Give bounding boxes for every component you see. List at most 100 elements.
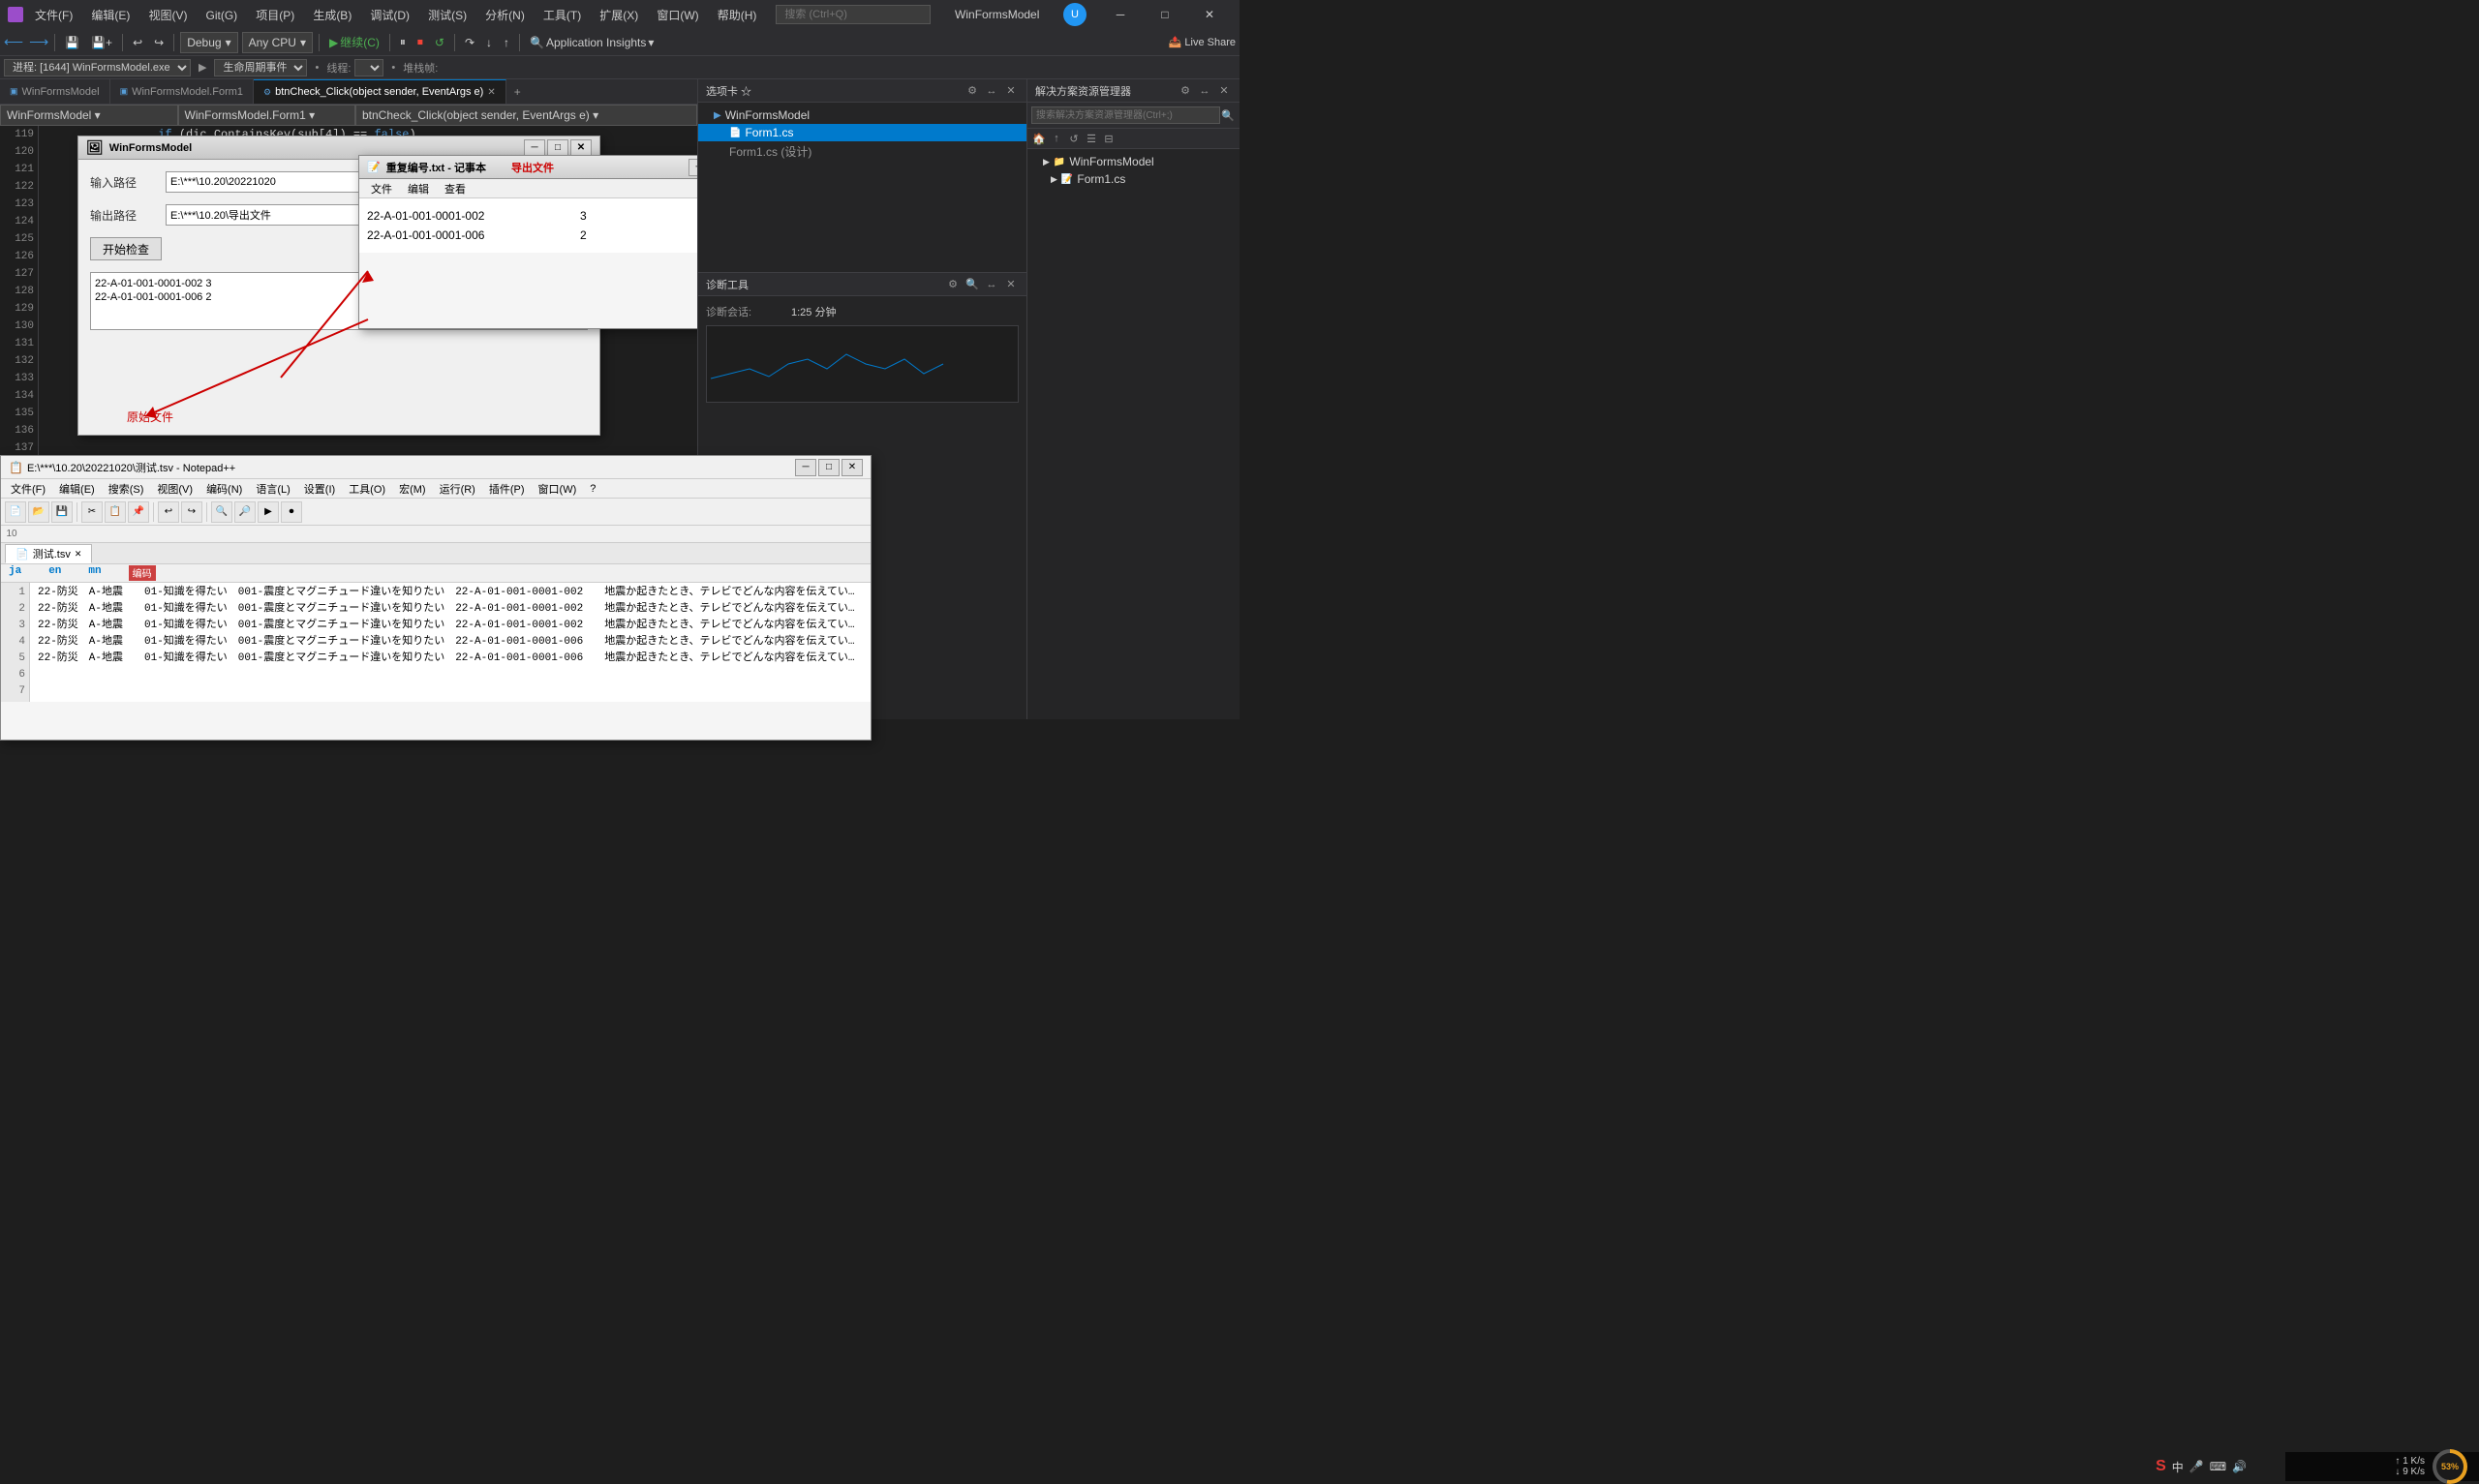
- npp-menu-search[interactable]: 搜索(S): [103, 481, 150, 497]
- sol-settings-button[interactable]: ⚙: [1178, 83, 1193, 99]
- forward-icon[interactable]: ⟶: [29, 34, 48, 50]
- keyboard-icon[interactable]: ⌨: [2210, 1460, 2226, 1473]
- notepad-menu-file[interactable]: 文件: [363, 181, 400, 197]
- npp-zoom-in-btn[interactable]: 🔎: [234, 501, 256, 523]
- npp-close-button[interactable]: ✕: [842, 459, 863, 476]
- npp-undo-btn[interactable]: ↩: [158, 501, 179, 523]
- menu-view[interactable]: 视图(V): [140, 7, 195, 24]
- stop-button[interactable]: ⏹: [413, 32, 427, 53]
- npp-menu-file[interactable]: 文件(F): [5, 481, 51, 497]
- npp-menu-plugins[interactable]: 插件(P): [483, 481, 531, 497]
- npp-tab-close-icon[interactable]: ✕: [75, 549, 82, 560]
- npp-maximize-button[interactable]: □: [818, 459, 840, 476]
- npp-menu-settings[interactable]: 设置(I): [298, 481, 341, 497]
- tab-close-icon[interactable]: ✕: [487, 87, 495, 98]
- redo-button[interactable]: ↪: [150, 32, 168, 53]
- npp-menu-macro[interactable]: 宏(M): [393, 481, 432, 497]
- sol-expand-button[interactable]: ↔: [1197, 83, 1212, 99]
- sol-refresh-button[interactable]: ↺: [1066, 131, 1082, 146]
- options-tree-root[interactable]: ▶ WinFormsModel: [698, 106, 1026, 124]
- notepad-menu-edit[interactable]: 编辑: [400, 181, 437, 197]
- sol-root[interactable]: ▶ 📁 WinFormsModel: [1027, 153, 1240, 170]
- save-all-button[interactable]: 💾+: [87, 32, 116, 53]
- notepad-minimize-button[interactable]: ─: [689, 159, 697, 176]
- undo-button[interactable]: ↩: [129, 32, 146, 53]
- npp-tab-tsv[interactable]: 📄 测试.tsv ✕: [5, 544, 92, 563]
- restart-button[interactable]: ↺: [431, 32, 448, 53]
- tab-winformsmodel[interactable]: ▣ WinFormsModel: [0, 79, 110, 105]
- solution-search-input[interactable]: [1031, 106, 1220, 124]
- diag-search-button[interactable]: 🔍: [964, 277, 980, 292]
- sol-search-button[interactable]: 🔍: [1220, 107, 1236, 123]
- class-dropdown[interactable]: WinFormsModel ▾: [0, 105, 178, 126]
- sol-up-button[interactable]: ↑: [1049, 131, 1064, 146]
- menu-test[interactable]: 测试(S): [420, 7, 474, 24]
- maximize-button[interactable]: □: [1143, 0, 1187, 29]
- search-input[interactable]: [776, 5, 931, 24]
- app-maximize-button[interactable]: □: [547, 139, 568, 157]
- npp-find-btn[interactable]: 🔍: [211, 501, 232, 523]
- npp-menu-view[interactable]: 视图(V): [151, 481, 199, 497]
- npp-menu-run[interactable]: 运行(R): [434, 481, 481, 497]
- save-button[interactable]: 💾: [61, 32, 83, 53]
- npp-redo-btn[interactable]: ↪: [181, 501, 202, 523]
- sol-home-button[interactable]: 🏠: [1031, 131, 1047, 146]
- step-out-button[interactable]: ↑: [500, 32, 513, 53]
- menu-build[interactable]: 生成(B): [305, 7, 359, 24]
- tab-btncheck[interactable]: ⚙ btnCheck_Click(object sender, EventArg…: [254, 79, 506, 105]
- diag-close-button[interactable]: ✕: [1003, 277, 1019, 292]
- options-settings-button[interactable]: ⚙: [964, 83, 980, 99]
- npp-menu-lang[interactable]: 语言(L): [250, 481, 295, 497]
- member-dropdown[interactable]: WinFormsModel.Form1 ▾: [178, 105, 356, 126]
- new-tab-button[interactable]: +: [506, 85, 529, 99]
- npp-run-btn[interactable]: ▶: [258, 501, 279, 523]
- sol-collapse-button[interactable]: ⊟: [1101, 131, 1117, 146]
- sol-form1-cs[interactable]: ▶ 📝 Form1.cs: [1027, 170, 1240, 188]
- lifecycle-dropdown[interactable]: 生命周期事件: [214, 59, 307, 76]
- menu-edit[interactable]: 编辑(E): [83, 7, 138, 24]
- menu-window[interactable]: 窗口(W): [649, 7, 706, 24]
- options-close-button[interactable]: ✕: [1003, 83, 1019, 99]
- npp-minimize-button[interactable]: ─: [795, 459, 816, 476]
- npp-menu-encode[interactable]: 编码(N): [200, 481, 248, 497]
- npp-save-btn[interactable]: 💾: [51, 501, 73, 523]
- user-avatar[interactable]: U: [1063, 3, 1086, 26]
- menu-debug[interactable]: 调试(D): [362, 7, 417, 24]
- lang-indicator[interactable]: 中: [2172, 1459, 2184, 1475]
- live-share-label[interactable]: 📤 Live Share: [1169, 36, 1236, 48]
- menu-help[interactable]: 帮助(H): [710, 7, 765, 24]
- npp-cut-btn[interactable]: ✂: [81, 501, 103, 523]
- app-close-button[interactable]: ✕: [570, 139, 592, 157]
- continue-button[interactable]: ▶ 继续(C): [325, 32, 383, 53]
- menu-analyze[interactable]: 分析(N): [477, 7, 533, 24]
- menu-project[interactable]: 项目(P): [248, 7, 302, 24]
- options-expand-button[interactable]: ↔: [984, 83, 999, 99]
- debug-config-dropdown[interactable]: Debug▾: [180, 32, 237, 53]
- npp-open-btn[interactable]: 📂: [28, 501, 49, 523]
- back-icon[interactable]: ⟵: [4, 34, 23, 50]
- diag-settings-button[interactable]: ⚙: [945, 277, 961, 292]
- step-over-button[interactable]: ↷: [461, 32, 478, 53]
- npp-menu-edit[interactable]: 编辑(E): [53, 481, 101, 497]
- minimize-button[interactable]: ─: [1098, 0, 1143, 29]
- menu-ext[interactable]: 扩展(X): [592, 7, 646, 24]
- notepad-menu-view[interactable]: 查看: [437, 181, 474, 197]
- npp-menu-help[interactable]: ?: [584, 483, 601, 495]
- method-dropdown[interactable]: btnCheck_Click(object sender, EventArgs …: [355, 105, 697, 126]
- sol-filter-button[interactable]: ☰: [1084, 131, 1099, 146]
- pause-button[interactable]: ⏸: [396, 32, 410, 53]
- tab-form1[interactable]: ▣ WinFormsModel.Form1: [110, 79, 254, 105]
- app-insights-button[interactable]: 🔍 Application Insights ▾: [526, 32, 658, 53]
- sound-icon[interactable]: 🔊: [2232, 1460, 2247, 1473]
- close-button[interactable]: ✕: [1187, 0, 1232, 29]
- npp-new-btn[interactable]: 📄: [5, 501, 26, 523]
- step-into-button[interactable]: ↓: [482, 32, 496, 53]
- options-tree-form1[interactable]: 📄 Form1.cs: [698, 124, 1026, 141]
- app-minimize-button[interactable]: ─: [524, 139, 545, 157]
- platform-dropdown[interactable]: Any CPU▾: [242, 32, 313, 53]
- sol-close-button[interactable]: ✕: [1216, 83, 1232, 99]
- npp-menu-tools[interactable]: 工具(O): [343, 481, 391, 497]
- npp-copy-btn[interactable]: 📋: [105, 501, 126, 523]
- thread-dropdown[interactable]: [354, 59, 383, 76]
- npp-menu-window[interactable]: 窗口(W): [533, 481, 583, 497]
